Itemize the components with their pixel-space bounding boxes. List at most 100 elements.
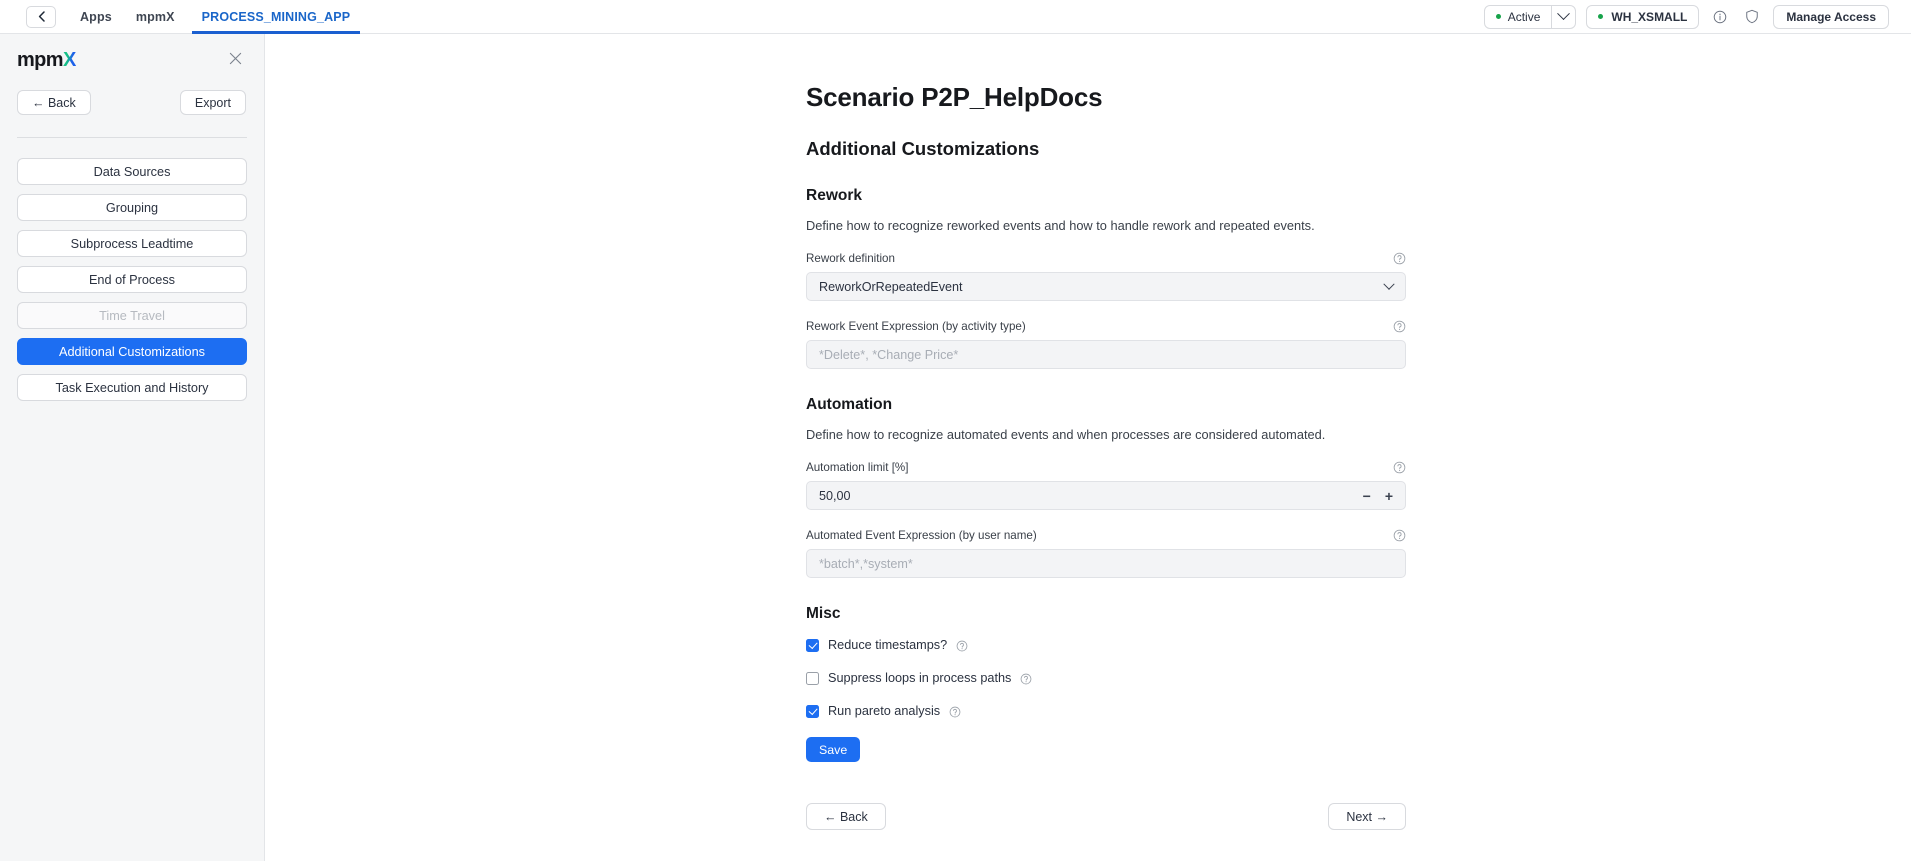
- sidebar: mpmX ← Back Export Data Sources Grouping…: [0, 34, 265, 861]
- checkbox-label-suppress-loops: Suppress loops in process paths: [828, 671, 1012, 685]
- logo-text-part2: X: [62, 49, 76, 71]
- save-button[interactable]: Save: [806, 737, 861, 762]
- checkbox-label-run-pareto-analysis: Run pareto analysis: [828, 704, 941, 718]
- top-bar-left: Apps mpmX PROCESS_MINING_APP: [0, 0, 360, 34]
- checkbox-row-reduce-timestamps[interactable]: Reduce timestamps?: [806, 638, 1406, 652]
- help-circle-icon[interactable]: [1393, 320, 1406, 333]
- help-circle-glyph: [1393, 461, 1406, 474]
- help-circle-glyph: [956, 640, 968, 651]
- checkbox-row-run-pareto-analysis[interactable]: Run pareto analysis: [806, 704, 1406, 718]
- help-circle-icon[interactable]: [1020, 672, 1033, 685]
- warehouse-dot-icon: [1598, 14, 1604, 19]
- warehouse-label: WH_XSMALL: [1611, 9, 1688, 24]
- checkbox-suppress-loops[interactable]: [806, 671, 819, 685]
- close-icon[interactable]: [229, 52, 242, 69]
- automated-expression-input[interactable]: *batch*,*system*: [806, 549, 1406, 578]
- sidebar-item-task-execution-and-history[interactable]: Task Execution and History: [17, 374, 247, 401]
- help-circle-glyph: [1393, 529, 1406, 542]
- checkbox-reduce-timestamps[interactable]: [806, 638, 819, 652]
- automation-limit-value: 50,00: [819, 488, 851, 503]
- page-subtitle: Additional Customizations: [806, 138, 1040, 159]
- section-heading-rework: Rework: [806, 187, 862, 204]
- help-circle-icon[interactable]: [949, 705, 962, 718]
- sidebar-back-button[interactable]: ← Back: [17, 90, 91, 115]
- manage-access-button[interactable]: Manage Access: [1773, 4, 1889, 29]
- help-circle-glyph: [1393, 320, 1406, 333]
- close-glyph: [229, 52, 242, 64]
- chevron-left-glyph: [38, 11, 45, 22]
- help-circle-icon[interactable]: [1393, 461, 1406, 474]
- automated-expression-placeholder: *batch*,*system*: [819, 556, 913, 571]
- chevron-down-icon: [1557, 7, 1571, 21]
- help-circle-glyph: [1393, 252, 1406, 265]
- checkbox-run-pareto-analysis[interactable]: [806, 704, 819, 718]
- footer-navigation: ← Back Next →: [806, 803, 1406, 830]
- footer-back-button[interactable]: ← Back: [806, 803, 886, 830]
- logo-text-part1: mpm: [17, 49, 64, 71]
- sidebar-header: mpmX: [0, 34, 264, 70]
- sidebar-item-end-of-process[interactable]: End of Process: [17, 266, 247, 293]
- help-circle-icon[interactable]: [956, 639, 969, 652]
- section-description-rework: Define how to recognize reworked events …: [806, 218, 1315, 233]
- rework-expression-label: Rework Event Expression (by activity typ…: [806, 320, 1026, 333]
- field-rework-expression: Rework Event Expression (by activity typ…: [806, 320, 1406, 369]
- section-description-automation: Define how to recognize automated events…: [806, 427, 1326, 442]
- decrement-button[interactable]: −: [1363, 489, 1371, 503]
- sidebar-nav: Data Sources Grouping Subprocess Leadtim…: [0, 138, 264, 401]
- breadcrumb-apps[interactable]: Apps: [80, 0, 112, 34]
- section-heading-misc: Misc: [806, 605, 841, 622]
- status-dropdown-toggle[interactable]: [1551, 5, 1575, 28]
- automated-expression-label: Automated Event Expression (by user name…: [806, 529, 1037, 542]
- help-circle-glyph: [949, 706, 961, 717]
- shield-icon[interactable]: [1741, 6, 1763, 28]
- help-circle-icon[interactable]: [1393, 529, 1406, 542]
- help-circle-icon[interactable]: [1393, 252, 1406, 265]
- footer-next-button[interactable]: Next →: [1328, 803, 1406, 830]
- field-automation-limit: Automation limit [%] 50,00 − +: [806, 461, 1406, 510]
- help-circle-glyph: [1021, 673, 1032, 684]
- rework-expression-placeholder: *Delete*, *Change Price*: [819, 347, 959, 362]
- shield-glyph: [1746, 9, 1759, 24]
- checkbox-label-reduce-timestamps: Reduce timestamps?: [828, 638, 948, 652]
- sidebar-export-button[interactable]: Export: [179, 90, 246, 115]
- field-rework-definition: Rework definition ReworkOrRepeatedEvent: [806, 252, 1406, 301]
- field-label-row: Rework Event Expression (by activity typ…: [806, 320, 1406, 333]
- main-area: Scenario P2P_HelpDocs Additional Customi…: [265, 34, 1911, 861]
- field-label-row: Automated Event Expression (by user name…: [806, 529, 1406, 542]
- top-bar: Apps mpmX PROCESS_MINING_APP Active WH_X…: [0, 0, 1911, 34]
- chevron-left-icon[interactable]: [26, 5, 56, 28]
- breadcrumb-mpmx[interactable]: mpmX: [136, 0, 175, 34]
- sidebar-item-data-sources[interactable]: Data Sources: [17, 158, 247, 185]
- page-title: Scenario P2P_HelpDocs: [806, 82, 1103, 112]
- automation-limit-stepper[interactable]: 50,00 − +: [806, 481, 1406, 510]
- field-automated-expression: Automated Event Expression (by user name…: [806, 529, 1406, 578]
- automation-limit-label: Automation limit [%]: [806, 461, 909, 474]
- sidebar-item-grouping[interactable]: Grouping: [17, 194, 247, 221]
- rework-definition-select[interactable]: ReworkOrRepeatedEvent: [806, 272, 1406, 301]
- field-label-row: Automation limit [%]: [806, 461, 1406, 474]
- status-label: Active: [1507, 9, 1541, 24]
- content-column: Scenario P2P_HelpDocs Additional Customi…: [806, 82, 1406, 830]
- chevron-down-icon: [1383, 278, 1395, 290]
- sidebar-item-time-travel: Time Travel: [17, 302, 247, 329]
- warehouse-badge[interactable]: WH_XSMALL: [1586, 4, 1700, 29]
- checkbox-row-suppress-loops[interactable]: Suppress loops in process paths: [806, 671, 1406, 685]
- info-circle-icon[interactable]: [1709, 6, 1731, 28]
- status-dot-icon: [1495, 14, 1501, 19]
- rework-expression-input[interactable]: *Delete*, *Change Price*: [806, 340, 1406, 369]
- top-bar-right: Active WH_XSMALL Manage Access: [1483, 0, 1911, 34]
- sidebar-item-additional-customizations[interactable]: Additional Customizations: [17, 338, 247, 365]
- breadcrumb-process-mining-app[interactable]: PROCESS_MINING_APP: [191, 0, 360, 34]
- stepper-controls: − +: [1355, 489, 1393, 503]
- increment-button[interactable]: +: [1385, 489, 1393, 503]
- rework-definition-label: Rework definition: [806, 252, 895, 265]
- sidebar-item-subprocess-leadtime[interactable]: Subprocess Leadtime: [17, 230, 247, 257]
- status-badge[interactable]: Active: [1485, 6, 1552, 28]
- field-label-row: Rework definition: [806, 252, 1406, 265]
- misc-checkbox-group: Reduce timestamps? Suppress loops in pro…: [806, 638, 1406, 718]
- info-circle-glyph: [1714, 10, 1727, 23]
- section-heading-automation: Automation: [806, 396, 893, 413]
- mpmx-logo: mpmX: [17, 50, 76, 70]
- status-select[interactable]: Active: [1483, 4, 1577, 29]
- sidebar-actions: ← Back Export: [0, 70, 264, 115]
